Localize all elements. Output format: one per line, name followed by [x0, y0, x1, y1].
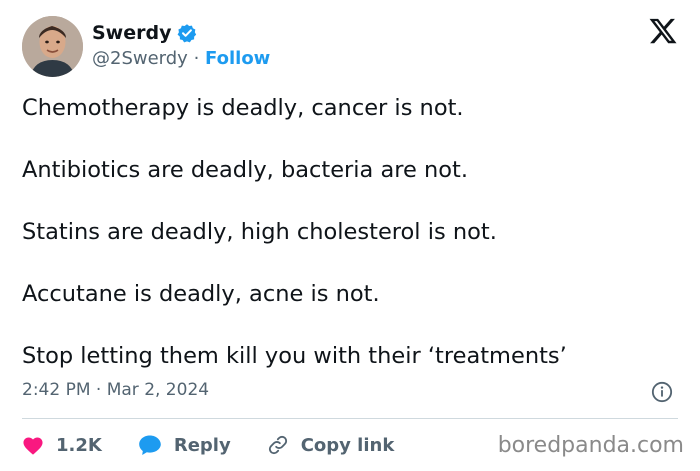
- copy-link-button[interactable]: Copy link: [267, 434, 395, 456]
- tweet-line: Stop letting them kill you with their ‘t…: [22, 343, 567, 369]
- reply-button[interactable]: Reply: [138, 434, 231, 456]
- reply-label: Reply: [173, 434, 231, 456]
- reply-bubble-icon: [138, 434, 162, 456]
- tweet-line: Statins are deadly, high cholesterol is …: [22, 219, 497, 245]
- verified-badge-icon: [177, 23, 197, 43]
- heart-icon: [22, 435, 44, 455]
- follow-button[interactable]: Follow: [205, 48, 270, 69]
- tweet-actions: 1.2K Reply Copy link: [22, 430, 430, 460]
- author-handle[interactable]: @2Swerdy: [92, 48, 188, 69]
- tweet-header: Swerdy @2Swerdy · Follow: [22, 16, 682, 78]
- tweet-timestamp[interactable]: 2:42 PM · Mar 2, 2024: [22, 380, 209, 400]
- handle-row: @2Swerdy · Follow: [92, 48, 270, 69]
- like-count: 1.2K: [56, 434, 102, 456]
- avatar-image: [22, 16, 83, 77]
- tweet-line: Accutane is deadly, acne is not.: [22, 281, 380, 307]
- separator-dot: ·: [193, 48, 200, 69]
- x-logo-icon[interactable]: [648, 16, 678, 46]
- copy-link-label: Copy link: [300, 434, 395, 456]
- tweet-line: Chemotherapy is deadly, cancer is not.: [22, 95, 464, 121]
- watermark: boredpanda.com: [497, 433, 684, 458]
- tweet-line: Antibiotics are deadly, bacteria are not…: [22, 157, 469, 183]
- profile-avatar[interactable]: [22, 16, 83, 77]
- info-icon[interactable]: [651, 381, 673, 403]
- tweet-text: Chemotherapy is deadly, cancer is not. A…: [22, 93, 678, 371]
- author-names: Swerdy @2Swerdy · Follow: [92, 20, 270, 69]
- display-name[interactable]: Swerdy: [92, 22, 171, 44]
- like-button[interactable]: 1.2K: [22, 435, 102, 456]
- link-icon: [267, 434, 289, 456]
- divider: [22, 418, 678, 419]
